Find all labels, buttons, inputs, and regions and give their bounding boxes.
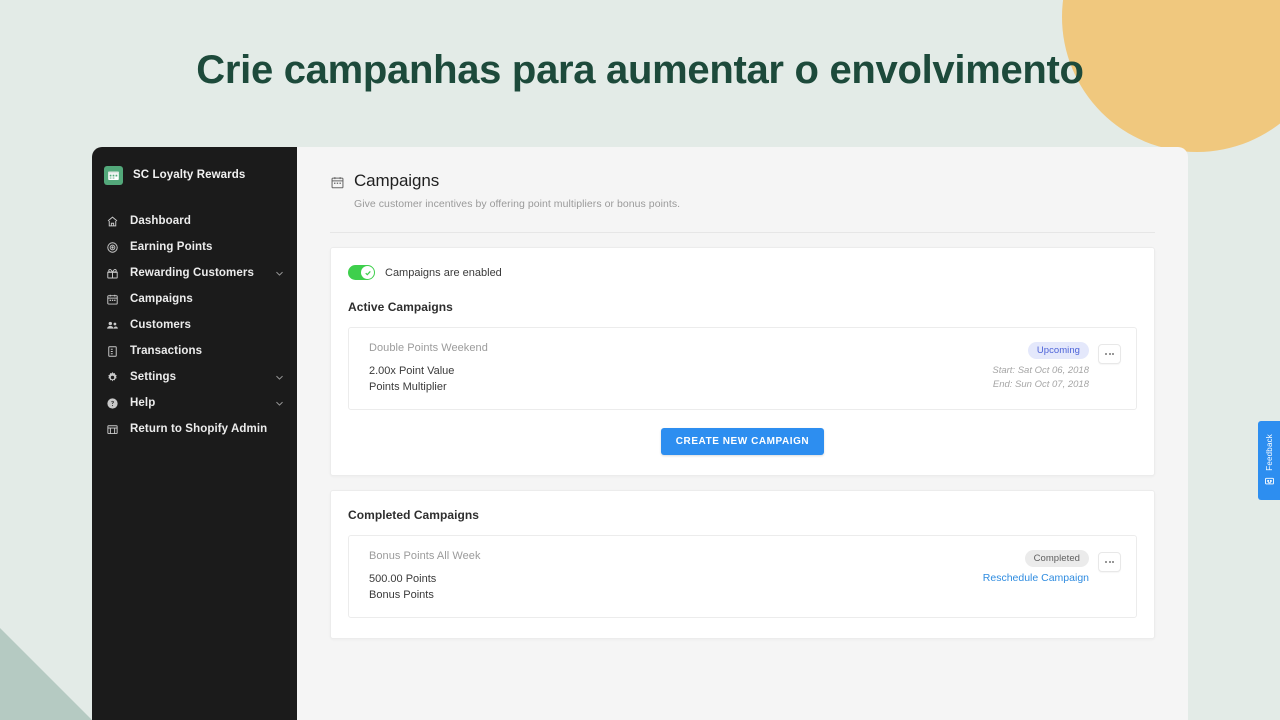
completed-campaigns-title: Completed Campaigns [348,508,479,522]
status-badge: Upcoming [1027,342,1089,359]
campaign-end-date: End: Sun Oct 07, 2018 [992,378,1089,390]
campaign-name: Bonus Points All Week [369,550,481,562]
sidebar-item-label: Dashboard [130,215,191,227]
sidebar-item-label: Return to Shopify Admin [130,423,268,435]
campaign-start-date: Start: Sat Oct 06, 2018 [992,365,1089,376]
check-icon [361,266,374,279]
sidebar-nav: Dashboard Earning Points Rewarding Custo… [92,208,297,442]
sidebar-item-customers[interactable]: Customers [92,312,297,338]
sidebar: SC Loyalty Rewards Dashboard Earning Poi… [92,147,297,720]
campaign-row[interactable]: Double Points Weekend 2.00x Point Value … [348,327,1137,410]
brand-name: SC Loyalty Rewards [133,169,246,181]
campaign-status-col: Upcoming Start: Sat Oct 06, 2018 End: Su… [992,342,1089,392]
campaigns-enabled-label: Campaigns are enabled [385,266,502,279]
help-circle-icon [106,397,119,410]
sidebar-item-earning-points[interactable]: Earning Points [92,234,297,260]
sidebar-item-transactions[interactable]: Transactions [92,338,297,364]
sidebar-item-label: Customers [130,319,191,331]
gift-icon [106,267,119,280]
campaign-name: Double Points Weekend [369,342,488,354]
document-icon [106,345,119,358]
chevron-down-icon[interactable] [274,268,285,279]
campaign-meta: Completed Reschedule Campaign [983,550,1121,601]
feedback-icon [1264,476,1275,487]
app-window: SC Loyalty Rewards Dashboard Earning Poi… [92,147,1188,720]
sidebar-item-label: Settings [130,371,177,383]
campaign-type: Points Multiplier [369,381,447,393]
campaigns-enabled-row: Campaigns are enabled [348,265,1137,280]
calendar-icon [106,293,119,306]
main-content: Campaigns Give customer incentives by of… [297,147,1188,720]
create-new-campaign-button[interactable]: CREATE NEW CAMPAIGN [660,428,825,455]
target-icon [106,241,119,254]
sidebar-item-label: Earning Points [130,241,213,253]
calendar-logo-icon [104,165,123,185]
campaigns-enabled-toggle[interactable] [348,265,375,280]
sidebar-item-label: Rewarding Customers [130,267,254,279]
sidebar-item-label: Help [130,397,156,409]
campaign-row[interactable]: Bonus Points All Week 500.00 Points Bonu… [348,535,1137,618]
gear-icon [106,371,119,384]
page-headline: Crie campanhas para aumentar o envolvime… [196,48,1084,92]
completed-campaigns-card: Completed Campaigns Bonus Points All Wee… [330,490,1155,639]
home-icon [106,215,119,228]
campaign-value: 500.00 Points [369,573,437,585]
feedback-label: Feedback [1264,434,1274,471]
reschedule-campaign-link[interactable]: Reschedule Campaign [983,572,1089,584]
campaign-details: Double Points Weekend 2.00x Point Value … [369,342,992,393]
sidebar-item-return-to-shopify-admin[interactable]: Return to Shopify Admin [92,416,297,442]
sidebar-item-dashboard[interactable]: Dashboard [92,208,297,234]
campaign-status-col: Completed Reschedule Campaign [983,550,1089,584]
campaign-value: 2.00x Point Value [369,365,455,377]
campaign-more-options-button[interactable] [1098,552,1121,572]
sidebar-item-help[interactable]: Help [92,390,297,416]
active-campaigns-title: Active Campaigns [348,300,453,314]
header-divider [330,232,1155,233]
screenshot-root: Crie campanhas para aumentar o envolvime… [0,0,1280,720]
status-badge: Completed [1024,550,1089,567]
create-campaign-wrap: CREATE NEW CAMPAIGN [348,428,1137,455]
page-subtitle: Give customer incentives by offering poi… [354,198,681,210]
store-icon [106,423,119,436]
campaign-meta: Upcoming Start: Sat Oct 06, 2018 End: Su… [992,342,1121,393]
sidebar-item-settings[interactable]: Settings [92,364,297,390]
sidebar-item-label: Campaigns [130,293,193,305]
chevron-down-icon[interactable] [274,372,285,383]
page-header: Campaigns [330,171,1155,191]
page-title: Campaigns [354,171,440,190]
campaign-type: Bonus Points [369,589,434,601]
campaign-dates: Start: Sat Oct 06, 2018 End: Sun Oct 07,… [992,364,1089,392]
sidebar-item-label: Transactions [130,345,203,357]
calendar-icon [330,175,345,190]
sidebar-item-campaigns[interactable]: Campaigns [92,286,297,312]
feedback-tab[interactable]: Feedback [1258,421,1280,500]
campaign-details: Bonus Points All Week 500.00 Points Bonu… [369,550,983,601]
chevron-down-icon[interactable] [274,398,285,409]
campaign-more-options-button[interactable] [1098,344,1121,364]
sidebar-item-rewarding-customers[interactable]: Rewarding Customers [92,260,297,286]
decorative-triangle-bottom-left [0,628,92,720]
active-campaigns-card: Campaigns are enabled Active Campaigns D… [330,247,1155,476]
brand-header[interactable]: SC Loyalty Rewards [92,158,297,192]
people-icon [106,319,119,332]
